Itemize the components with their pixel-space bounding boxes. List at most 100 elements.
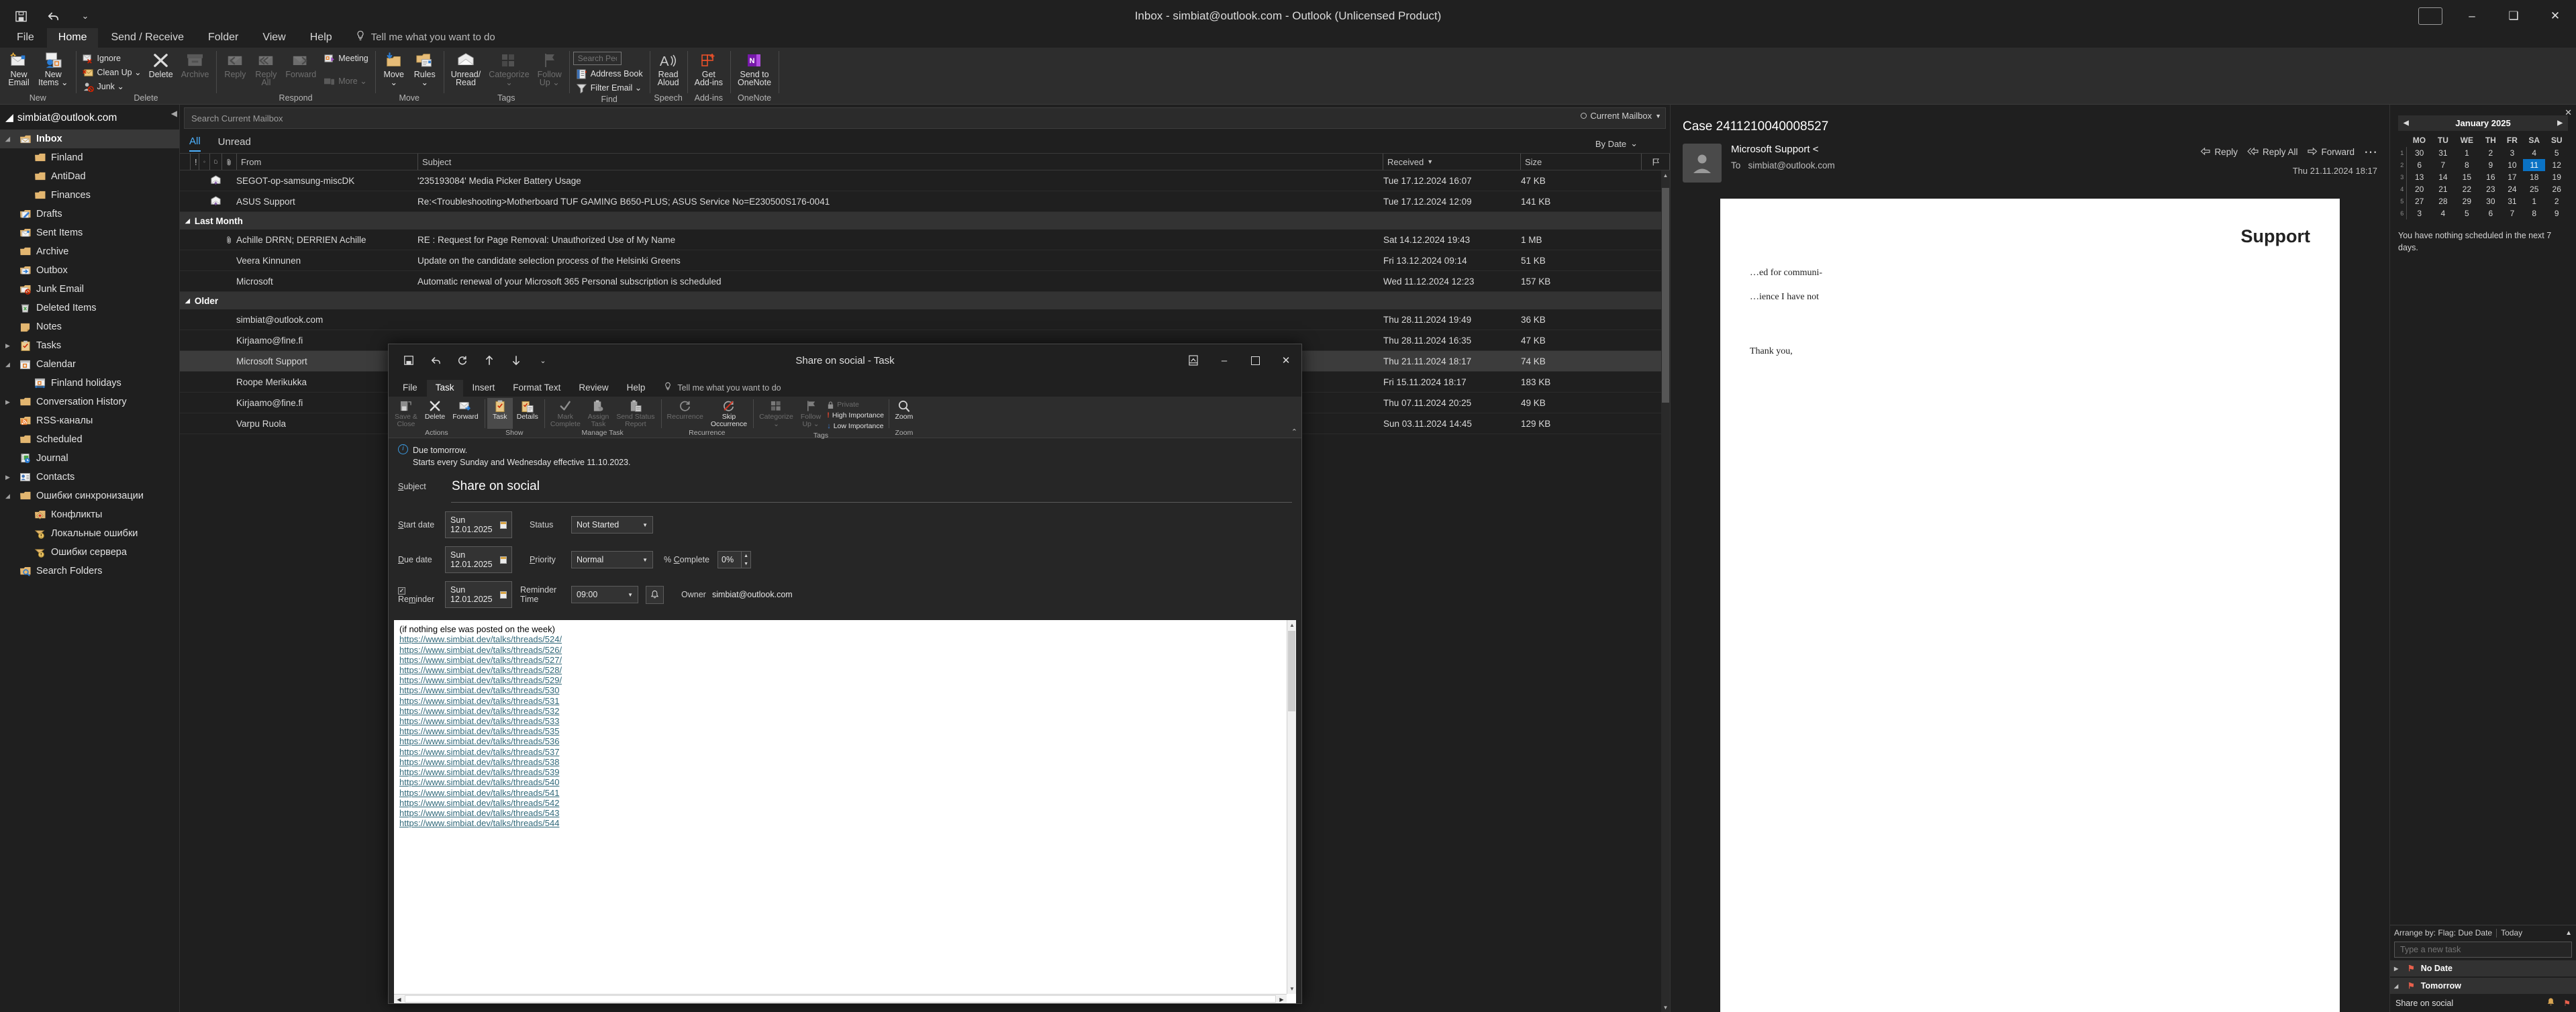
no-date-twisty-icon[interactable]: ▶ <box>2394 966 2401 972</box>
task-body-horizontal-scrollbar[interactable]: ◀ ▶ <box>394 994 1287 1003</box>
column-size[interactable]: Size <box>1521 154 1642 170</box>
reply-button[interactable]: Reply <box>220 50 250 80</box>
save-and-close-button[interactable]: Save & Close <box>391 398 421 429</box>
calendar-day[interactable]: 17 <box>2501 171 2523 183</box>
more-actions-icon[interactable]: ⋯ <box>2364 144 2377 160</box>
column-subject[interactable]: Subject <box>418 154 1383 170</box>
tab-home[interactable]: Home <box>46 28 99 48</box>
task-notes-content[interactable]: (if nothing else was posted on the week)… <box>394 620 1296 832</box>
sidebar-item-journal[interactable]: Journal <box>0 449 179 468</box>
task-note-link[interactable]: https://www.simbiat.dev/talks/threads/54… <box>399 777 1292 787</box>
recurrence-button[interactable]: Recurrence <box>664 398 707 429</box>
sidebar-item-sent-items[interactable]: Sent Items <box>0 223 179 242</box>
skip-occurrence-button[interactable]: Skip Occurrence <box>707 398 750 429</box>
status-select[interactable]: Not Started ▼ <box>571 516 653 534</box>
task-note-link[interactable]: https://www.simbiat.dev/talks/threads/53… <box>399 685 1292 695</box>
calendar-picker-icon[interactable] <box>500 591 507 599</box>
move-button[interactable]: Move ⌄ <box>379 50 409 88</box>
calendar-day[interactable]: 29 <box>2454 195 2480 207</box>
task-undo-icon[interactable] <box>426 351 445 370</box>
calendar-day[interactable]: 4 <box>2523 147 2545 159</box>
delete-button[interactable]: Delete <box>146 50 177 80</box>
task-minimize-button[interactable]: – <box>1209 344 1240 376</box>
start-date-input[interactable]: Sun 12.01.2025 <box>445 511 512 539</box>
sidebar-item-drafts[interactable]: Drafts <box>0 205 179 223</box>
task-next-item-icon[interactable] <box>507 351 526 370</box>
filter-tab-unread[interactable]: Unread <box>218 136 251 151</box>
percent-decrease-icon[interactable]: ▼ <box>742 560 750 568</box>
calendar-day[interactable]: 5 <box>2545 147 2568 159</box>
task-customize-qat-icon[interactable]: ⌄ <box>534 351 552 370</box>
column-from[interactable]: From <box>237 154 418 170</box>
rules-button[interactable]: Rules ⌄ <box>410 50 440 88</box>
customize-quick-access-icon[interactable]: ⌄ <box>74 5 97 28</box>
task-save-icon[interactable] <box>399 351 418 370</box>
task-note-link[interactable]: https://www.simbiat.dev/talks/threads/53… <box>399 726 1292 736</box>
message-row[interactable]: Achille DRRN; DERRIEN Achille RE : Reques… <box>180 230 1670 250</box>
tab-file[interactable]: File <box>5 28 46 48</box>
column-item-type[interactable] <box>210 154 222 170</box>
message-group-header[interactable]: ◢ Last Month <box>180 212 1670 230</box>
save-icon[interactable] <box>9 5 32 28</box>
sidebar-item-[interactable]: Конфликты <box>0 505 179 524</box>
ignore-button[interactable]: Ignore <box>80 52 144 65</box>
sidebar-item-finances[interactable]: Finances <box>0 186 179 205</box>
calendar-day[interactable]: 3 <box>2406 207 2432 219</box>
percent-increase-icon[interactable]: ▲ <box>742 552 750 560</box>
reminder-checkbox[interactable]: ✓ <box>398 587 405 595</box>
calendar-picker-icon[interactable] <box>500 521 507 529</box>
task-tab-file[interactable]: File <box>394 380 426 397</box>
send-status-report-button[interactable]: Send Status Report <box>613 398 658 429</box>
sidebar-item-finland[interactable]: Finland <box>0 148 179 167</box>
sidebar-item-antidad[interactable]: AntiDad <box>0 167 179 186</box>
task-item[interactable]: Share on social ⚑ <box>2390 994 2576 1012</box>
sidebar-item-conversation-history[interactable]: ▶ Conversation History <box>0 393 179 411</box>
calendar-day[interactable]: 30 <box>2480 195 2501 207</box>
sidebar-item-scheduled[interactable]: Scheduled <box>0 430 179 449</box>
task-tab-review[interactable]: Review <box>570 380 617 397</box>
undo-icon[interactable] <box>42 5 64 28</box>
task-notes-body[interactable]: (if nothing else was posted on the week)… <box>394 620 1296 1003</box>
task-tell-me-search[interactable]: Tell me what you want to do <box>664 382 781 397</box>
task-note-link[interactable]: https://www.simbiat.dev/talks/threads/52… <box>399 675 1292 685</box>
task-categorize-button[interactable]: Categorize ⌄ <box>756 398 797 432</box>
task-note-link[interactable]: https://www.simbiat.dev/talks/threads/52… <box>399 645 1292 655</box>
today-label[interactable]: Today <box>2501 928 2522 938</box>
task-note-link[interactable]: https://www.simbiat.dev/talks/threads/54… <box>399 808 1292 818</box>
calendar-day-selected[interactable]: 11 <box>2522 159 2546 171</box>
body-vscroll-thumb[interactable] <box>1288 631 1295 712</box>
calendar-day[interactable]: 25 <box>2523 183 2545 195</box>
reply-action-button[interactable]: Reply <box>2200 147 2238 158</box>
sidebar-item-deleted-items[interactable]: Deleted Items <box>0 299 179 317</box>
mark-complete-button[interactable]: Mark Complete <box>547 398 584 429</box>
calendar-day[interactable]: 31 <box>2501 195 2523 207</box>
calendar-day[interactable]: 8 <box>2523 207 2545 219</box>
body-scroll-down-icon[interactable]: ▼ <box>1287 984 1296 994</box>
next-month-button[interactable]: ▶ <box>2557 119 2563 127</box>
calendar-day[interactable]: 5 <box>2454 207 2480 219</box>
percent-complete-stepper[interactable]: 0% ▲ ▼ <box>717 551 751 569</box>
task-tab-insert[interactable]: Insert <box>464 380 504 397</box>
task-note-link[interactable]: https://www.simbiat.dev/talks/threads/52… <box>399 655 1292 665</box>
task-note-link[interactable]: https://www.simbiat.dev/talks/threads/53… <box>399 767 1292 777</box>
task-note-link[interactable]: https://www.simbiat.dev/talks/threads/53… <box>399 706 1292 716</box>
close-todo-bar-button[interactable]: ✕ <box>2565 107 2572 118</box>
task-note-link[interactable]: https://www.simbiat.dev/talks/threads/53… <box>399 696 1292 706</box>
task-group-no-date[interactable]: ▶ ⚑ No Date <box>2390 960 2576 976</box>
scrollbar-thumb[interactable] <box>1662 188 1669 403</box>
twisty-icon[interactable]: ◢ <box>5 361 14 368</box>
sort-by-selector[interactable]: By Date ⌄ <box>1595 138 1670 149</box>
show-task-button[interactable]: Task <box>487 398 513 429</box>
subject-value[interactable]: Share on social <box>445 479 540 494</box>
calendar-day[interactable]: 7 <box>2432 159 2454 171</box>
body-scroll-right-icon[interactable]: ▶ <box>1277 995 1287 1003</box>
assign-task-button[interactable]: Assign Task <box>585 398 613 429</box>
calendar-day[interactable]: 10 <box>2501 159 2523 171</box>
arrange-by-label[interactable]: Arrange by: Flag: Due Date <box>2394 928 2492 938</box>
message-group-header[interactable]: ◢ Older <box>180 292 1670 309</box>
archive-button[interactable]: Archive <box>178 50 213 80</box>
calendar-day[interactable]: 9 <box>2480 159 2501 171</box>
tab-send-receive[interactable]: Send / Receive <box>99 28 195 48</box>
task-delete-button[interactable]: Delete <box>422 398 448 429</box>
message-row[interactable]: simbiat@outlook.com Thu 28.11.2024 19:49 3… <box>180 309 1670 330</box>
